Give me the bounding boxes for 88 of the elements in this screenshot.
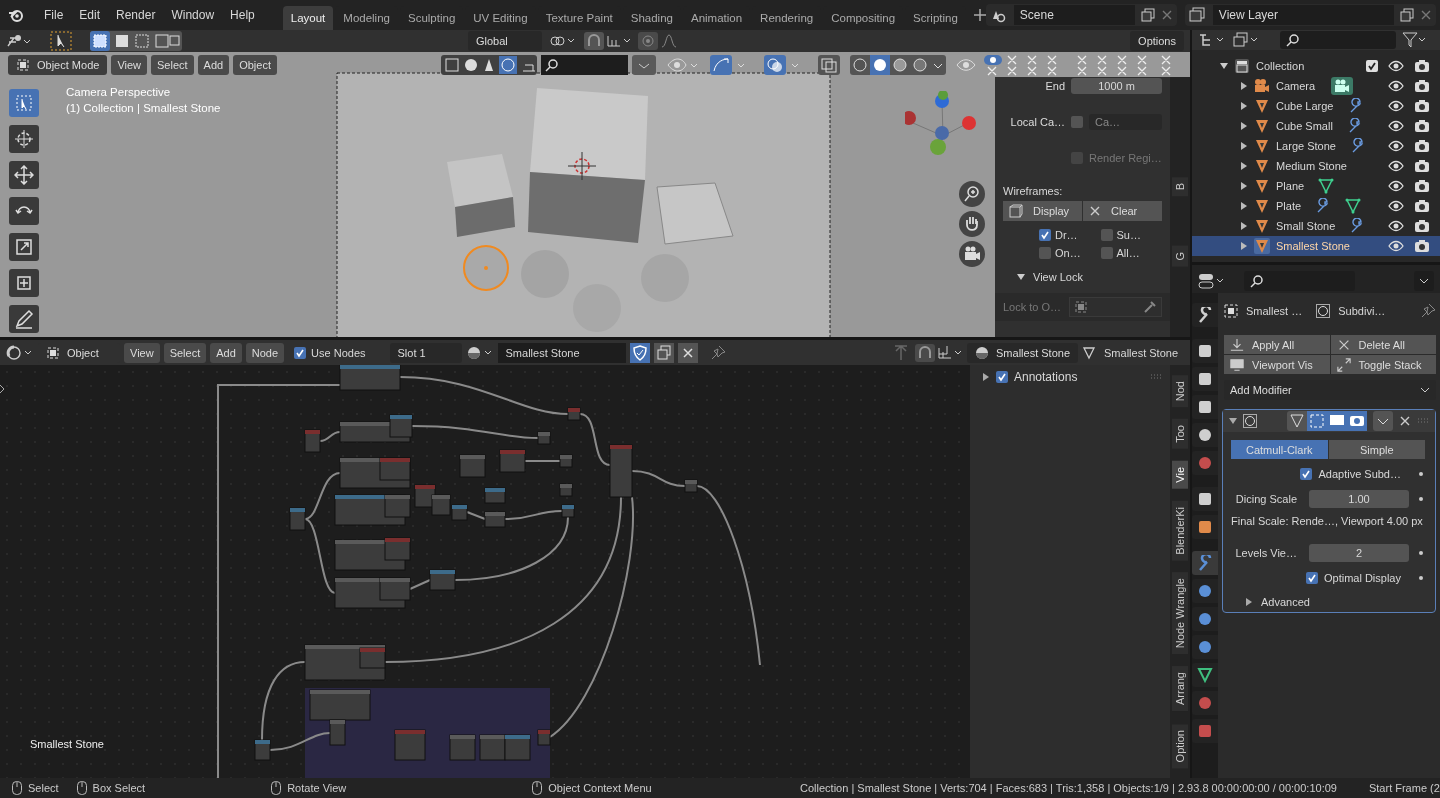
outliner-item[interactable]: Cube Large <box>1276 99 1334 113</box>
field-label: Dicing Scale <box>1234 493 1297 505</box>
menu-item[interactable]: File <box>36 8 72 22</box>
status-hint: Select <box>28 782 59 794</box>
subdivision-type-button[interactable]: Simple <box>1328 440 1425 459</box>
viewport-info-text: Camera Perspective <box>66 86 172 98</box>
outliner-item[interactable]: Collection <box>1256 59 1360 73</box>
menu-item[interactable]: Help <box>222 8 263 22</box>
clip-end-field[interactable]: 1000 m <box>1071 78 1162 94</box>
outliner-item[interactable]: Small Stone <box>1276 219 1336 233</box>
checkbox-label: Su… <box>1116 229 1141 241</box>
modifier-action-button[interactable]: Toggle Stack <box>1330 355 1436 374</box>
field-label: Levels Vie… <box>1234 547 1297 559</box>
sidebar-tab[interactable]: Arrang <box>1172 666 1188 712</box>
status-text: Start Frame (2 <box>1368 782 1440 794</box>
menu-item[interactable]: Render <box>108 8 164 22</box>
panel-title: Annotations <box>1014 370 1078 384</box>
menu-item[interactable]: Edit <box>71 8 109 22</box>
outliner-item[interactable]: Camera <box>1276 79 1316 93</box>
clear-button[interactable]: Clear <box>1083 201 1162 221</box>
material-name-field[interactable]: Smallest Stone <box>497 342 626 363</box>
viewport-info-text: (1) Collection | Smallest Stone <box>66 102 221 114</box>
sidebar-tab[interactable]: Vie <box>1172 460 1188 489</box>
breadcrumb-item[interactable]: Subdivi… <box>1338 305 1386 317</box>
workspace-tab[interactable]: Layout <box>282 6 334 30</box>
header-menu[interactable]: View <box>111 54 148 75</box>
modifier-action-button[interactable]: Delete All <box>1330 335 1436 354</box>
scene-name[interactable]: Scene <box>1013 5 1135 25</box>
field-label: Lock to O… <box>1003 301 1062 313</box>
header-menu[interactable]: Select <box>163 342 207 363</box>
subpanel-header[interactable]: Advanced <box>1223 596 1435 608</box>
sidebar-tab[interactable]: BlenderKi <box>1172 500 1188 561</box>
dicing-scale-field[interactable]: 1.00 <box>1309 490 1409 508</box>
sidebar-tab[interactable]: Too <box>1172 419 1188 449</box>
object-name-text: Smallest Stone <box>30 738 104 750</box>
orientation-dropdown[interactable]: Global <box>468 31 542 51</box>
camera-field[interactable]: Ca… <box>1089 114 1162 130</box>
options-dropdown[interactable]: Options <box>1130 31 1184 51</box>
checkbox-label: Use Nodes <box>311 346 366 359</box>
checkbox-label: All… <box>1116 247 1140 259</box>
field-label: Local Ca… <box>1009 116 1065 128</box>
breadcrumb-item[interactable]: Smallest … <box>1246 305 1303 317</box>
checkbox-label: Optimal Display <box>1323 572 1401 584</box>
scene-statistics: Collection | Smallest Stone | Verts:704 | Faces:683 | Tris:1,358 | Objects:1/9 | 2.93.8 00:00:00:00 / 00:00:10:09 <box>800 782 1337 794</box>
outliner-item[interactable]: Plate <box>1276 199 1302 213</box>
status-hint: Rotate View <box>287 782 347 794</box>
sidebar-tab[interactable]: G <box>1172 246 1188 267</box>
outliner-item[interactable]: Plane <box>1276 179 1305 193</box>
checkbox-label: On… <box>1055 247 1081 259</box>
outliner-item[interactable]: Large Stone <box>1276 139 1336 153</box>
checkbox-label: Adaptive Subd… <box>1318 468 1401 480</box>
sidebar-tab[interactable]: Node Wrangle <box>1172 572 1188 655</box>
checkbox-label: Dr… <box>1055 229 1078 241</box>
section-label: Wireframes: <box>1003 185 1064 197</box>
panel-header[interactable]: View Lock <box>1003 271 1162 283</box>
panel-header[interactable]: Annotations <box>970 365 1170 389</box>
view-layer-selector[interactable]: View Layer <box>1184 4 1436 26</box>
view-layer-name[interactable]: View Layer <box>1212 5 1394 25</box>
mode-dropdown[interactable]: Object Mode <box>8 54 108 75</box>
final-scale-text: Final Scale: Rende…, Viewport 4.00 px <box>1231 515 1424 527</box>
panel-title: View Lock <box>1033 271 1083 283</box>
checkbox-label: Render Regi… <box>1089 152 1162 164</box>
outliner-item[interactable]: Medium Stone <box>1276 159 1347 173</box>
scene-selector[interactable]: Scene <box>985 4 1177 26</box>
field-label: End <box>1044 80 1065 92</box>
mesh-name: Smallest Stone <box>1082 345 1184 360</box>
status-hint: Box Select <box>92 782 146 794</box>
header-menu[interactable]: Node <box>245 342 285 363</box>
outliner-item[interactable]: Smallest Stone <box>1276 239 1350 253</box>
sidebar-tab[interactable]: Option <box>1172 723 1188 768</box>
header-menu[interactable]: Select <box>151 54 194 75</box>
menu-item[interactable]: Window <box>163 8 223 22</box>
data-block-dropdown[interactable]: Smallest Stone <box>967 342 1078 363</box>
header-menu[interactable]: Object <box>233 54 277 75</box>
modifier-action-button[interactable]: Viewport Vis <box>1224 355 1330 374</box>
subdivision-type-button[interactable]: Catmull-Clark <box>1231 440 1328 459</box>
subpanel-title: Advanced <box>1261 596 1310 608</box>
levels-field[interactable]: 2 <box>1309 544 1409 562</box>
sidebar-tab[interactable]: Nod <box>1172 375 1188 408</box>
outliner-item[interactable]: Cube Small <box>1276 119 1333 133</box>
modifier-action-button[interactable]: Apply All <box>1224 335 1330 354</box>
display-button[interactable]: Display <box>1003 201 1082 221</box>
header-menu[interactable]: Add <box>210 342 242 363</box>
sidebar-tab[interactable]: B <box>1172 177 1188 197</box>
slot-dropdown[interactable]: Slot 1 <box>389 342 462 363</box>
add-modifier-dropdown[interactable]: Add Modifier <box>1224 380 1436 400</box>
header-menu[interactable]: View <box>124 342 160 363</box>
status-hint: Object Context Menu <box>548 782 652 794</box>
